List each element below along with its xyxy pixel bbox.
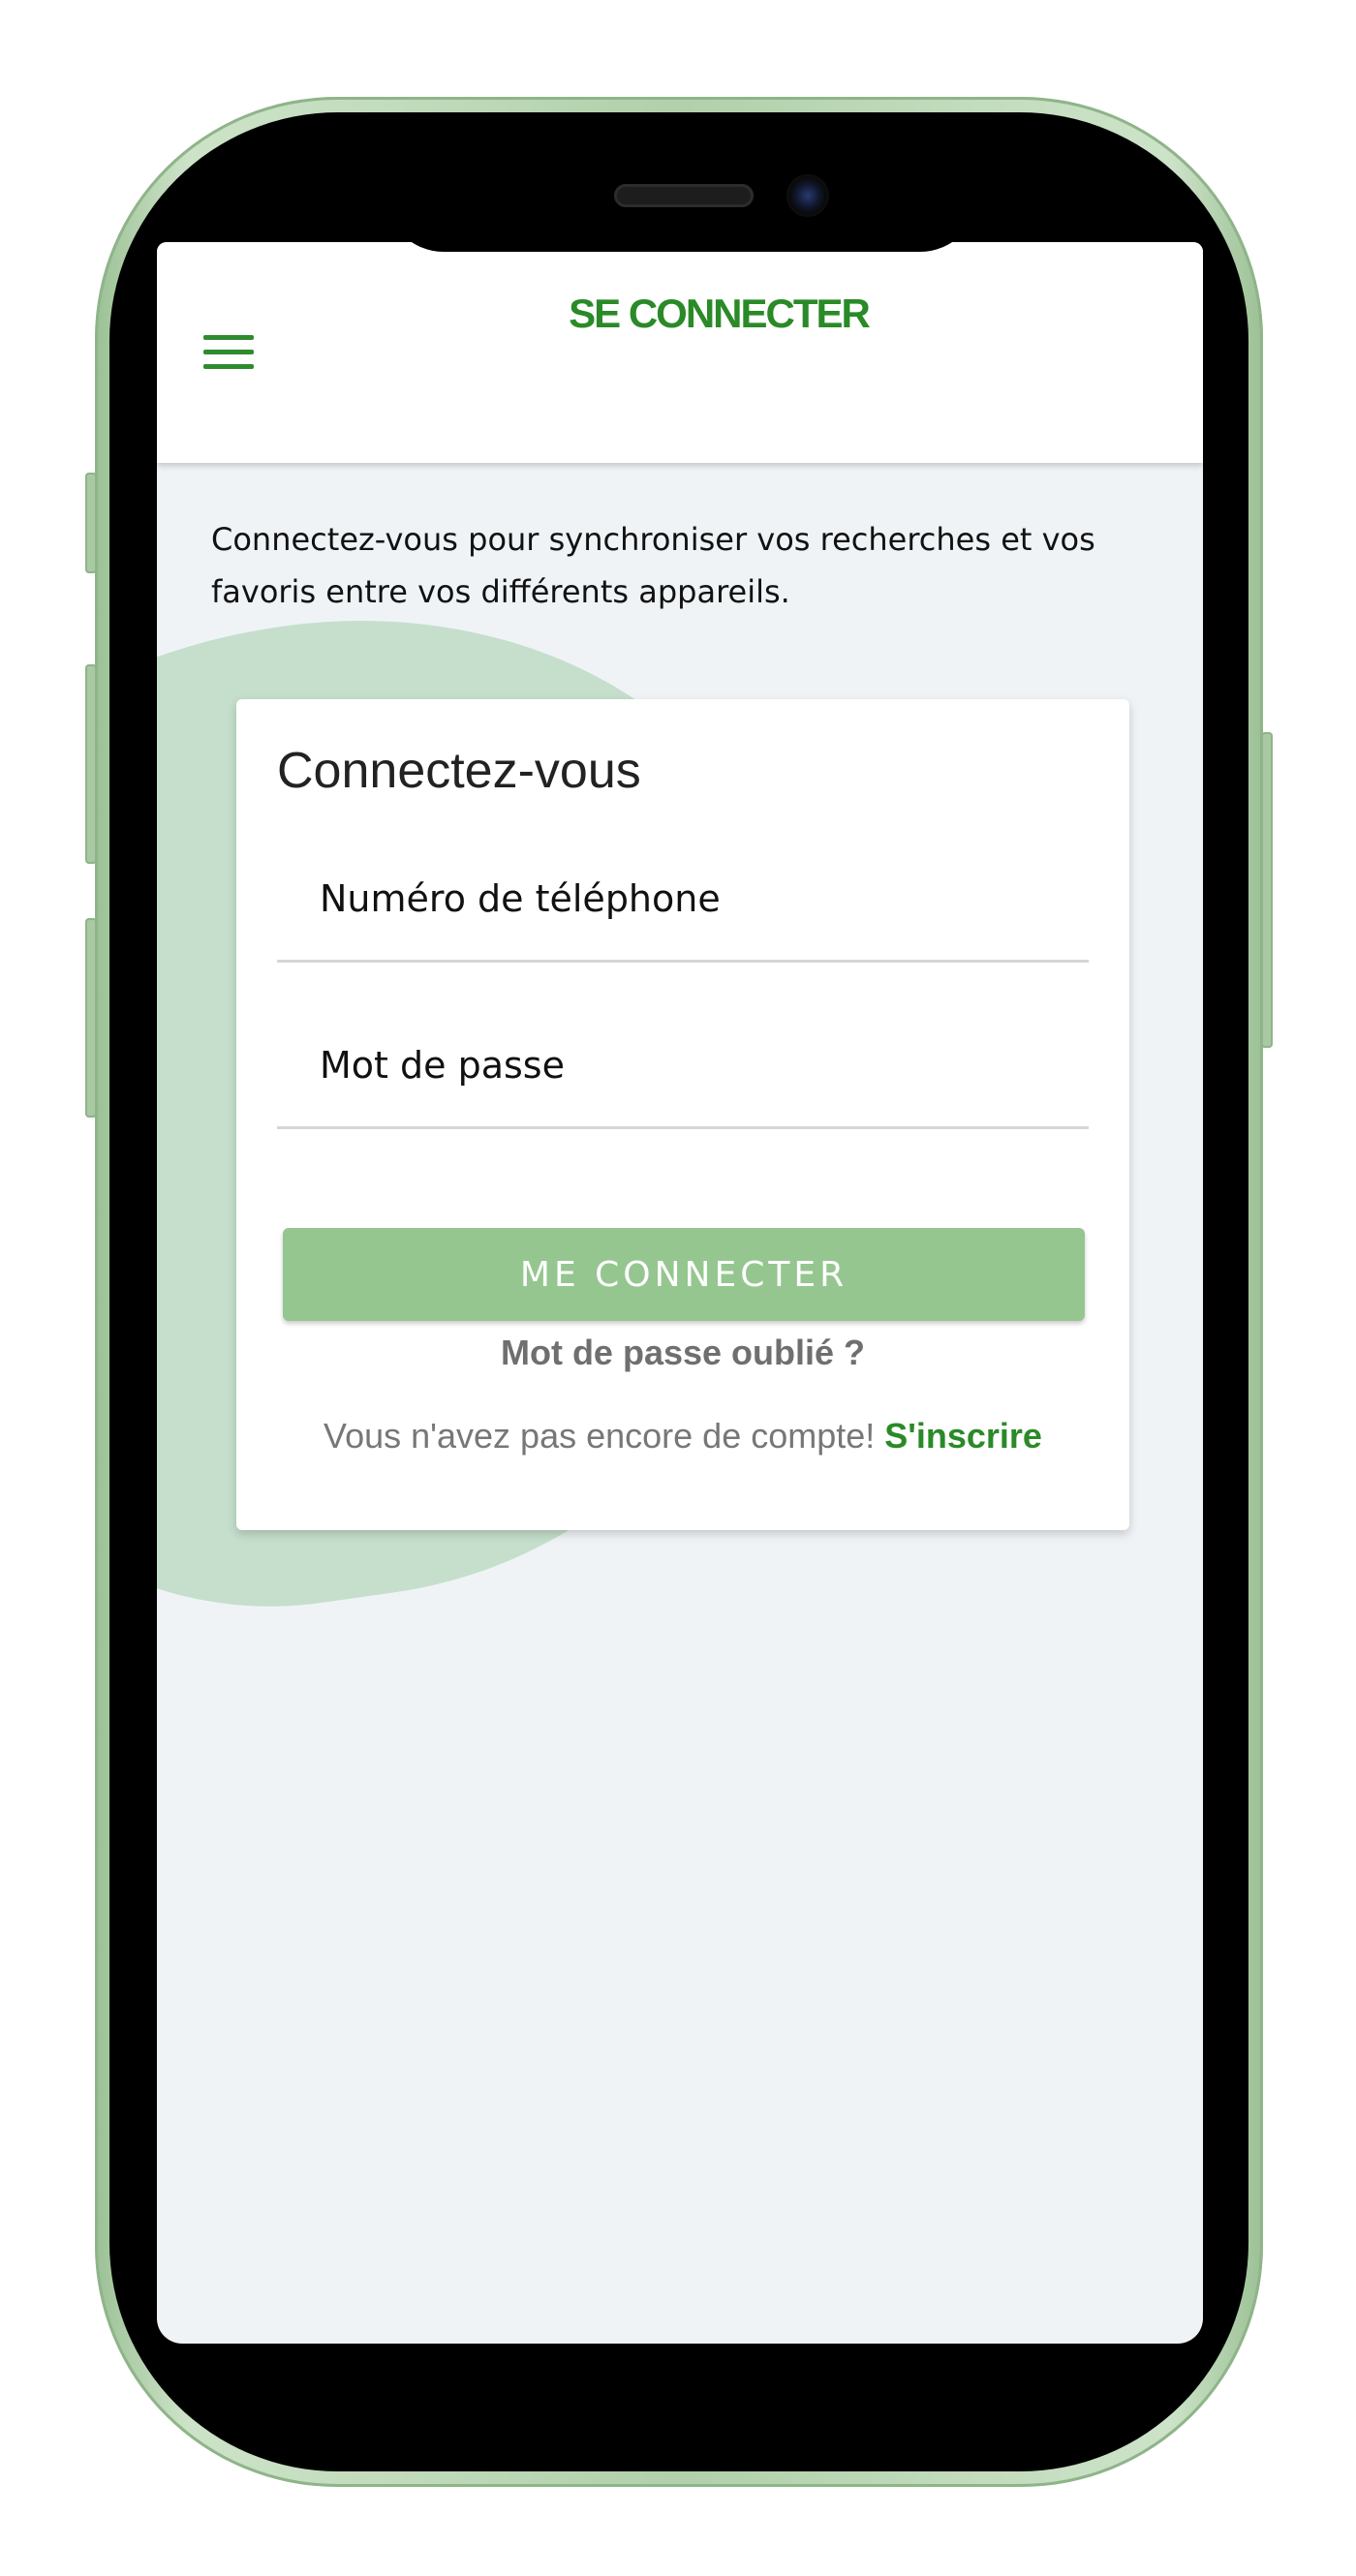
intro-text: Connectez-vous pour synchroniser vos rec…	[211, 521, 1095, 610]
front-camera-icon	[786, 174, 829, 217]
signup-link[interactable]: S'inscrire	[884, 1416, 1042, 1456]
hamburger-menu-icon[interactable]	[203, 335, 254, 370]
phone-input[interactable]	[277, 837, 1089, 960]
password-field	[277, 1003, 1089, 1129]
earpiece-speaker	[614, 184, 754, 207]
mute-switch	[85, 473, 97, 573]
forgot-password-link[interactable]: Mot de passe oublié ?	[236, 1333, 1129, 1373]
phone-field	[277, 837, 1089, 963]
power-button	[1261, 732, 1273, 1048]
login-button[interactable]: ME CONNECTER	[283, 1228, 1085, 1321]
app-header: SE CONNECTER	[157, 242, 1203, 463]
no-account-text: Vous n'avez pas encore de compte!	[324, 1416, 885, 1456]
page-title: SE CONNECTER	[569, 291, 871, 336]
volume-up-button	[85, 664, 97, 864]
login-card-title: Connectez-vous	[277, 743, 641, 799]
volume-down-button	[85, 918, 97, 1118]
password-input[interactable]	[277, 1003, 1089, 1126]
signup-row: Vous n'avez pas encore de compte! S'insc…	[236, 1416, 1129, 1457]
login-card: Connectez-vous ME CONNECTER Mot de passe…	[236, 699, 1129, 1530]
app-screen: SE CONNECTER Connectez-vous pour synchro…	[157, 242, 1203, 2344]
